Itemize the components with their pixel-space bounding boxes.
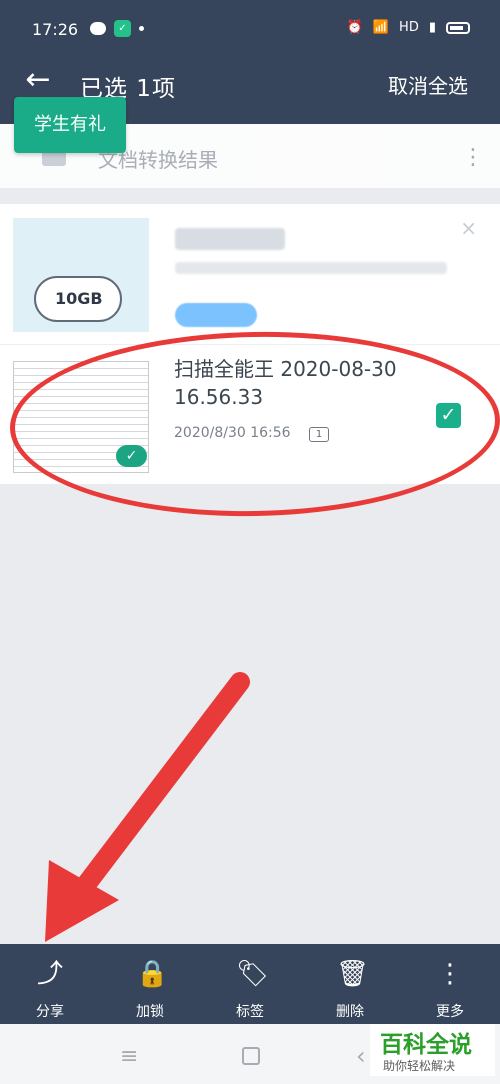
- tag-label: 标签: [236, 1004, 264, 1020]
- document-row[interactable]: ✓ 扫描全能王 2020-08-30 16.56.33 2020/8/30 16…: [0, 344, 500, 484]
- ad-card[interactable]: 10GB ×: [0, 204, 500, 344]
- signal-icon: ▮: [428, 20, 436, 35]
- more-button[interactable]: ⋮ 更多: [422, 944, 478, 1024]
- arrow-left-icon[interactable]: ←: [22, 64, 54, 96]
- status-notifications: ✓: [90, 20, 144, 37]
- document-title: 扫描全能王 2020-08-30 16.56.33: [174, 357, 397, 409]
- lock-button[interactable]: 🔒 加锁: [122, 944, 178, 1024]
- delete-button[interactable]: 🗑 删除: [322, 944, 378, 1024]
- tag-icon: 🏷: [236, 959, 270, 989]
- bottom-toolbar: ⤴ 分享 🔒 加锁 🏷 标签 🗑 删除 ⋮ 更多: [0, 944, 500, 1024]
- ad-image: 10GB: [13, 218, 149, 332]
- cancel-select-all-button[interactable]: 取消全选: [388, 70, 468, 99]
- tag-button[interactable]: 🏷 标签: [222, 944, 278, 1024]
- more-vertical-icon: ⋮: [437, 959, 463, 989]
- home-icon[interactable]: [242, 1047, 260, 1065]
- close-icon[interactable]: ×: [460, 216, 477, 240]
- network-label: HD: [399, 20, 419, 35]
- more-label: 更多: [436, 1004, 464, 1020]
- ad-description-blurred: [175, 262, 447, 274]
- app-notification-icon: ✓: [114, 20, 131, 37]
- trash-icon: 🗑: [336, 959, 370, 989]
- ad-action-button[interactable]: [175, 303, 257, 327]
- status-right: ⏰ 📶 HD ▮: [347, 20, 470, 35]
- battery-icon: [446, 21, 470, 34]
- watermark-sub: 助你轻松解决: [383, 1059, 456, 1073]
- status-time: 17:26: [32, 20, 79, 39]
- cloud-check-icon: ✓: [116, 445, 147, 467]
- share-icon: ⤴: [36, 959, 63, 989]
- menu-icon[interactable]: ≡: [120, 1044, 138, 1069]
- more-vertical-icon[interactable]: ⋮: [462, 144, 484, 172]
- delete-label: 删除: [336, 1004, 364, 1020]
- document-date: 2020/8/30 16:56: [174, 425, 291, 441]
- watermark: 百科全说 助你轻松解决: [370, 1024, 495, 1076]
- student-gift-button[interactable]: 学生有礼: [14, 97, 126, 153]
- lock-label: 加锁: [136, 1004, 164, 1020]
- ad-title-blurred: [175, 228, 285, 250]
- wechat-icon: [90, 22, 106, 35]
- ad-cloud-label: 10GB: [55, 289, 103, 308]
- alarm-icon: ⏰: [346, 20, 363, 35]
- lock-icon: 🔒: [136, 959, 169, 989]
- back-icon[interactable]: ‹: [356, 1042, 366, 1070]
- page-count-badge: 1: [309, 427, 329, 442]
- wifi-icon: 📶: [372, 20, 390, 35]
- share-button[interactable]: ⤴ 分享: [22, 944, 78, 1024]
- watermark-main: 百科全说: [380, 1032, 472, 1058]
- document-checkbox[interactable]: ✓: [436, 403, 461, 428]
- dot-icon: [139, 26, 144, 31]
- status-bar: 17:26 ✓ ⏰ 📶 HD ▮: [0, 0, 500, 46]
- red-annotation-arrow: [45, 672, 250, 942]
- share-label: 分享: [36, 1004, 64, 1020]
